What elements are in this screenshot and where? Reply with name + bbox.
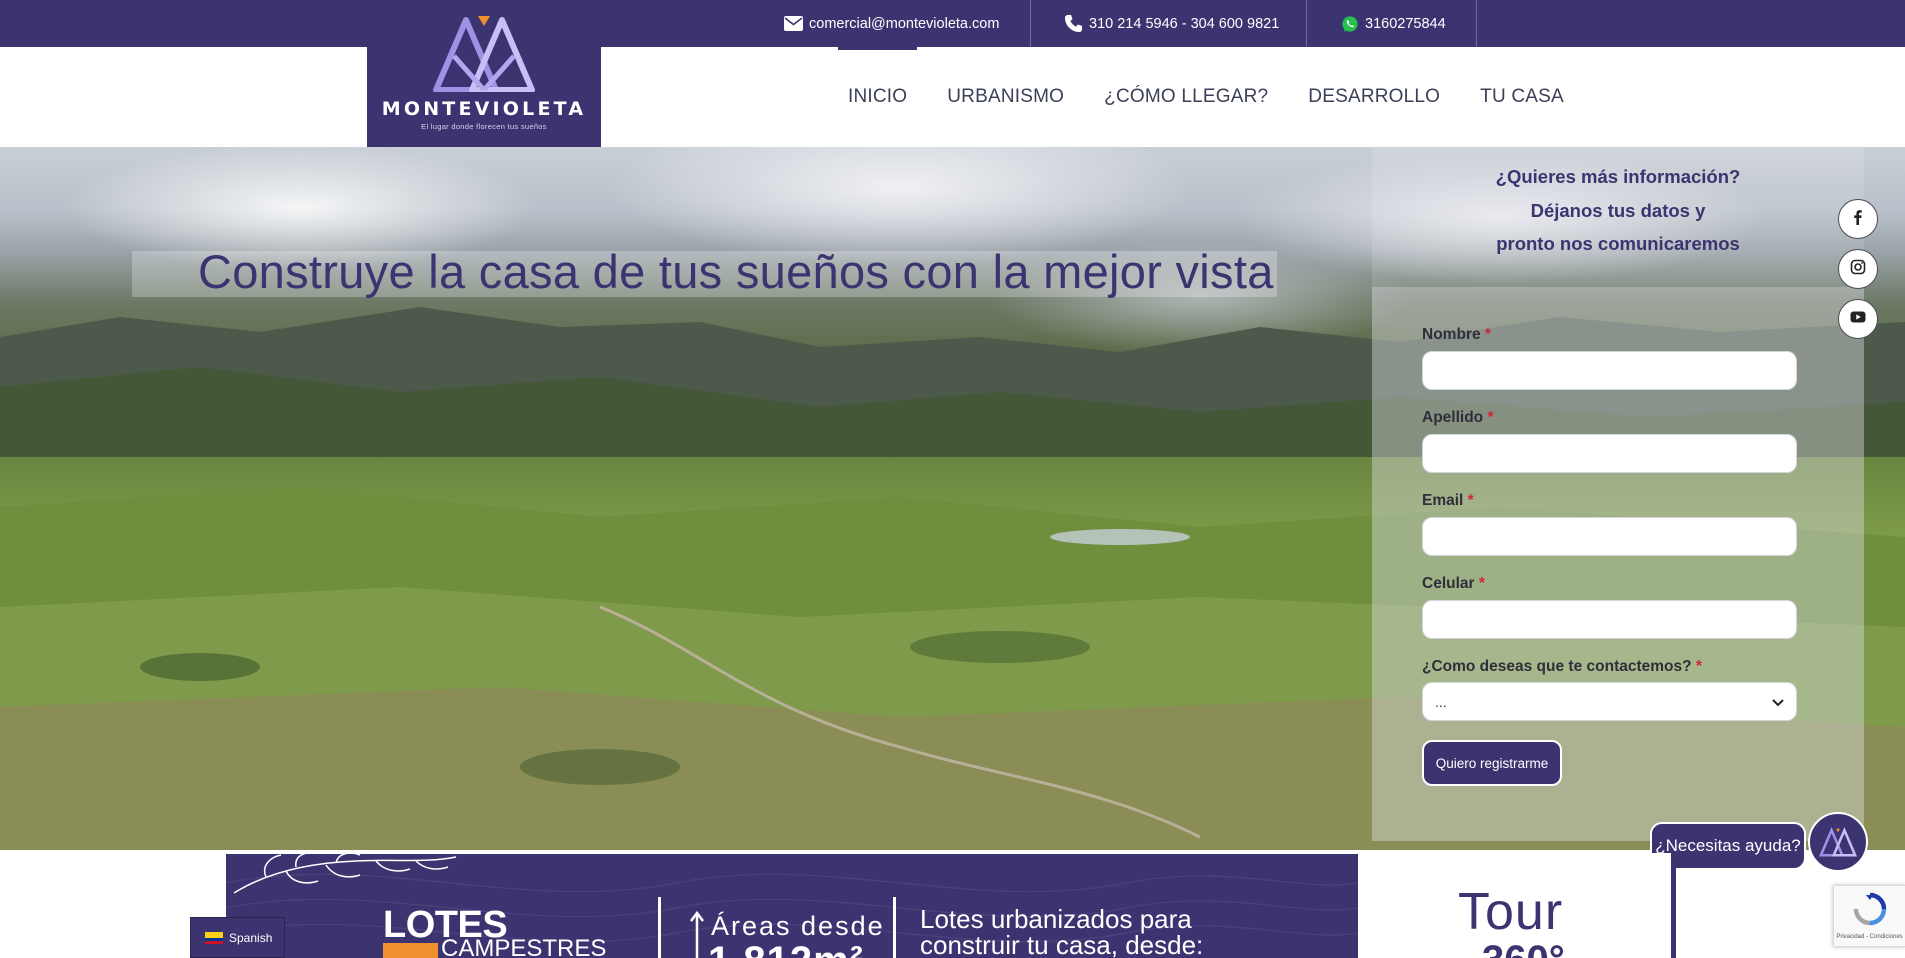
celular-label: Celular * [1422,575,1485,593]
contact-method-value: ... [1435,693,1447,710]
required-mark: * [1487,409,1494,426]
mountain-logo-icon [1818,827,1858,857]
nav-item-inicio[interactable]: INICIO [828,47,927,147]
contact-method-label: ¿Como deseas que te contactemos? * [1422,658,1702,676]
contact-method-label-text: ¿Como deseas que te contactemos? [1422,658,1692,675]
email-field[interactable] [1422,517,1797,556]
nav-item-urbanismo[interactable]: URBANISMO [927,47,1084,147]
nombre-label-text: Nombre [1422,326,1481,343]
required-mark: * [1467,492,1474,509]
recaptcha-text: Privacidad - Condiciones [1836,934,1903,940]
form-intro-line: pronto nos comunicaremos [1496,233,1740,254]
whatsapp-contact[interactable]: 3160275844 [1341,0,1446,47]
help-chat-avatar[interactable] [1808,812,1868,872]
whatsapp-icon [1341,15,1359,33]
language-label: Spanish [229,930,273,945]
mountain-logo-icon [433,16,535,92]
topbar-divider [1306,0,1307,47]
nav-item-desarrollo[interactable]: DESARROLLO [1288,47,1460,147]
band-divider [658,897,661,958]
areas-label: Áreas desde [711,911,885,941]
orange-accent-bar [383,943,438,958]
apellido-label-text: Apellido [1422,409,1484,426]
recaptcha-icon [1853,892,1887,931]
tour-title[interactable]: Tour [1458,886,1563,938]
required-mark: * [1484,326,1491,343]
logo-wordmark: MONTEVIOLETA [381,98,587,120]
submit-button[interactable]: Quiero registrarme [1422,740,1562,786]
topbar-divider [1030,0,1031,47]
email-text[interactable]: comercial@montevioleta.com [809,16,999,32]
language-switcher[interactable]: Spanish [190,917,285,958]
logo-tagline: El lugar donde florecen tus sueños [421,122,547,131]
phone-contact[interactable]: 310 214 5946 - 304 600 9821 [1064,0,1279,47]
email-contact[interactable]: comercial@montevioleta.com [784,0,999,47]
nombre-label: Nombre * [1422,326,1491,344]
form-intro-line: Déjanos tus datos y [1530,199,1706,221]
email-label-text: Email [1422,492,1464,509]
whatsapp-text[interactable]: 3160275844 [1365,16,1446,32]
envelope-icon [784,16,803,31]
lotes-subtitle: CAMPESTRES [441,935,607,958]
nav-item-como-llegar[interactable]: ¿CÓMO LLEGAR? [1084,47,1288,147]
apellido-label: Apellido * [1422,409,1494,427]
celular-label-text: Celular [1422,575,1475,592]
required-mark: * [1695,658,1702,675]
youtube-icon [1850,310,1866,328]
required-mark: * [1478,575,1485,592]
hero-title: Construye la casa de tus sueños con la m… [198,245,1274,298]
youtube-button[interactable] [1838,299,1878,339]
facebook-button[interactable] [1838,199,1878,239]
nombre-field[interactable] [1422,351,1797,390]
main-nav: INICIO URBANISMO ¿CÓMO LLEGAR? DESARROLL… [828,47,1584,147]
phone-icon [1064,14,1083,33]
form-intro-line: ¿Quieres más información? [1495,166,1741,187]
apellido-field[interactable] [1422,434,1797,473]
lotes-description: Lotes urbanizados para construir tu casa… [920,906,1203,958]
colombia-flag-icon [205,931,223,944]
instagram-icon [1850,259,1866,280]
topbar-divider [1476,0,1477,47]
site-logo[interactable]: MONTEVIOLETA El lugar donde florecen tus… [367,0,601,147]
areas-value: 1.812m² [708,941,864,958]
top-contact-bar: comercial@montevioleta.com 310 214 5946 … [0,0,1905,47]
lotes-description-line: Lotes urbanizados para [920,904,1192,934]
lotes-description-line: construir tu casa, desde: [920,930,1204,958]
facebook-icon [1851,209,1865,230]
recaptcha-badge[interactable]: Privacidad - Condiciones [1833,885,1905,947]
chevron-down-icon [1772,694,1784,710]
phone-text[interactable]: 310 214 5946 - 304 600 9821 [1089,16,1279,32]
form-intro: ¿Quieres más información? Déjanos tus da… [1372,147,1864,287]
arrow-up-icon [690,910,704,958]
email-label: Email * [1422,492,1474,510]
celular-field[interactable] [1422,600,1797,639]
instagram-button[interactable] [1838,249,1878,289]
band-divider [893,897,896,958]
tour-subtitle[interactable]: 360° [1482,940,1565,958]
nav-item-tu-casa[interactable]: TU CASA [1460,47,1584,147]
contact-method-select[interactable]: ... [1422,682,1797,721]
